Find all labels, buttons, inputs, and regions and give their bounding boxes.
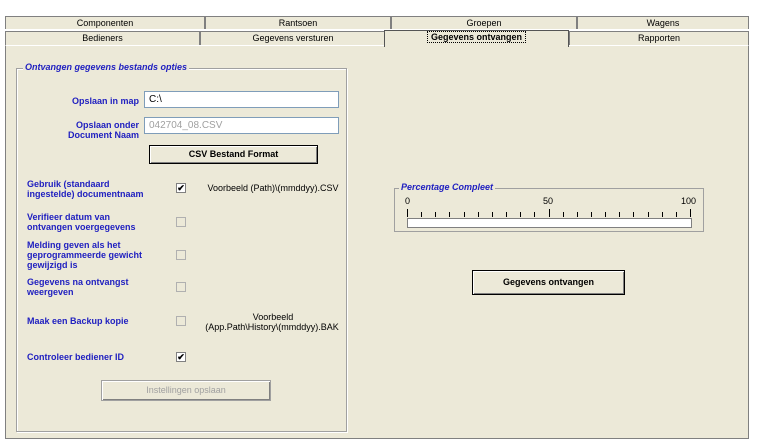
map-label: Opslaan in map (71, 96, 139, 106)
progress-bar (407, 218, 692, 228)
ruler-tick (449, 212, 450, 217)
ruler-tick (563, 212, 564, 217)
tab-componenten[interactable]: Componenten (5, 16, 205, 29)
ruler-tick (407, 209, 408, 217)
ruler-tick (549, 209, 550, 217)
option-label: Gebruik (standaard (27, 179, 110, 189)
progress-group: Percentage Compleet 0 50 100 (394, 182, 704, 232)
option-label: Maak een Backup kopie (27, 316, 129, 326)
progress-ruler (407, 209, 691, 217)
default-docname-checkbox[interactable]: ✔ (176, 183, 186, 193)
ruler-tick (633, 212, 634, 217)
scale-label-50: 50 (543, 196, 554, 206)
ruler-tick (591, 212, 592, 217)
tab-label: Rantsoen (278, 18, 318, 28)
tab-panel: Ontvangen gegevens bestands opties Opsla… (5, 45, 749, 439)
tab-label: Gegevens ontvangen (426, 31, 527, 43)
option-label: gewijzigd is (27, 260, 78, 270)
tab-label: Groepen (466, 18, 502, 28)
ruler-tick (676, 212, 677, 217)
doc-label-2: Document Naam (67, 130, 139, 140)
file-options-group: Ontvangen gegevens bestands opties Opsla… (16, 62, 347, 432)
ruler-tick (534, 212, 535, 217)
option-label: Gegevens na ontvangst (27, 277, 129, 287)
backup-copy-checkbox[interactable] (176, 316, 186, 326)
example-csv-text: Voorbeeld (Path)\(mmddyy).CSV (207, 183, 339, 193)
tab-gegevens-versturen[interactable]: Gegevens versturen (200, 31, 386, 45)
ruler-tick (492, 212, 493, 217)
ruler-tick (577, 212, 578, 217)
ruler-tick (464, 212, 465, 217)
tab-gegevens-ontvangen[interactable]: Gegevens ontvangen (384, 30, 569, 47)
weight-changed-checkbox[interactable] (176, 250, 186, 260)
progress-title: Percentage Compleet (399, 182, 496, 192)
option-label: geprogrammeerde gewicht (27, 250, 143, 260)
option-label: ingestelde) documentnaam (27, 189, 144, 199)
tab-label: Bedieners (82, 33, 123, 43)
option-label: ontvangen voergegevens (27, 222, 136, 232)
tab-rantsoen[interactable]: Rantsoen (205, 16, 391, 29)
ruler-tick (605, 212, 606, 217)
ruler-tick (421, 212, 422, 217)
app-window: Componenten Rantsoen Groepen Wagens Bedi… (0, 0, 757, 442)
ruler-tick (435, 212, 436, 217)
tab-label: Gegevens versturen (252, 33, 334, 43)
ruler-tick (690, 209, 691, 217)
option-label: Controleer bediener ID (27, 352, 125, 362)
tab-label: Componenten (76, 18, 134, 28)
tab-label: Rapporten (637, 33, 681, 43)
receive-data-button[interactable]: Gegevens ontvangen (472, 270, 625, 295)
group-title: Ontvangen gegevens bestands opties (23, 62, 190, 72)
check-operator-id-checkbox[interactable]: ✔ (176, 352, 186, 362)
option-label: Melding geven als het (27, 240, 121, 250)
ruler-tick (478, 212, 479, 217)
save-settings-button[interactable]: Instellingen opslaan (101, 380, 271, 401)
tab-label: Wagens (646, 18, 680, 28)
ruler-tick (520, 212, 521, 217)
tab-groepen[interactable]: Groepen (391, 16, 577, 29)
tab-rapporten[interactable]: Rapporten (569, 31, 749, 45)
tab-wagens[interactable]: Wagens (577, 16, 749, 29)
ruler-tick (619, 212, 620, 217)
doc-name-input[interactable]: 042704_08.CSV (144, 117, 339, 134)
option-label: weergeven (27, 287, 74, 297)
example-bak-path: (App.Path\History\(mmddyy).BAK (205, 322, 339, 332)
show-after-receive-checkbox[interactable] (176, 282, 186, 292)
scale-label-100: 100 (681, 196, 697, 206)
map-input[interactable]: C:\ (144, 91, 339, 108)
ruler-tick (662, 212, 663, 217)
csv-format-button[interactable]: CSV Bestand Format (149, 145, 318, 164)
tab-bedieners[interactable]: Bedieners (5, 31, 200, 45)
ruler-tick (648, 212, 649, 217)
example-bak-text: Voorbeeld (252, 312, 294, 322)
scale-label-0: 0 (405, 196, 411, 206)
verify-date-checkbox[interactable] (176, 217, 186, 227)
option-label: Verifieer datum van (27, 212, 111, 222)
ruler-tick (506, 212, 507, 217)
doc-label-1: Opslaan onder (75, 120, 139, 130)
